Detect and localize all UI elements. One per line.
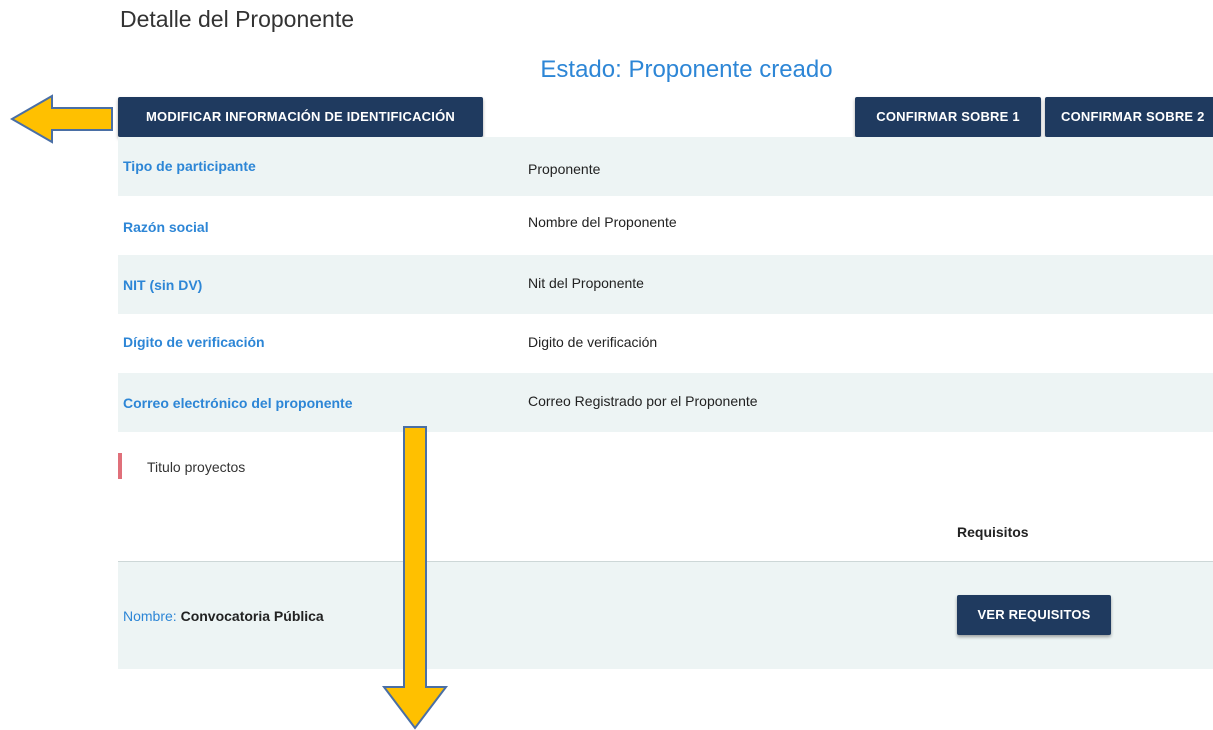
detail-row-business-name: Razón social Nombre del Proponente — [118, 196, 1213, 255]
detail-value: Proponente — [528, 161, 601, 177]
modify-identification-button[interactable]: MODIFICAR INFORMACIÓN DE IDENTIFICACIÓN — [118, 97, 483, 137]
detail-value: Correo Registrado por el Proponente — [528, 393, 758, 409]
proponent-details-table: Tipo de participante Proponente Razón so… — [118, 137, 1213, 432]
detail-label: Tipo de participante — [123, 158, 256, 174]
project-name: Nombre: Convocatoria Pública — [123, 608, 324, 624]
page-title: Detalle del Proponente — [120, 6, 354, 32]
detail-row-verification-digit: Dígito de verificación Digito de verific… — [118, 314, 1213, 373]
section-title: Titulo proyectos — [147, 459, 246, 475]
detail-row-email: Correo electrónico del proponente Correo… — [118, 373, 1213, 432]
down-arrow-icon — [381, 426, 449, 730]
requirements-column-header: Requisitos — [957, 524, 1029, 540]
detail-value: Digito de verificación — [528, 334, 658, 350]
detail-label: NIT (sin DV) — [123, 277, 203, 293]
confirm-sobre-1-button[interactable]: CONFIRMAR SOBRE 1 — [855, 97, 1041, 137]
detail-value: Nombre del Proponente — [528, 214, 677, 230]
view-requirements-button[interactable]: VER REQUISITOS — [957, 595, 1111, 635]
project-name-value: Convocatoria Pública — [180, 608, 324, 624]
detail-label: Dígito de verificación — [123, 334, 265, 350]
detail-row-participant-type: Tipo de participante Proponente — [118, 137, 1213, 196]
confirm-sobre-2-button[interactable]: CONFIRMAR SOBRE 2 — [1045, 97, 1213, 137]
status-title: Estado: Proponente creado — [540, 56, 833, 83]
detail-label: Razón social — [123, 219, 209, 235]
detail-row-nit: NIT (sin DV) Nit del Proponente — [118, 255, 1213, 314]
project-name-key: Nombre: — [123, 608, 177, 624]
left-arrow-icon — [9, 94, 113, 144]
detail-value: Nit del Proponente — [528, 275, 644, 291]
detail-label: Correo electrónico del proponente — [123, 395, 353, 411]
section-marker — [118, 453, 122, 479]
